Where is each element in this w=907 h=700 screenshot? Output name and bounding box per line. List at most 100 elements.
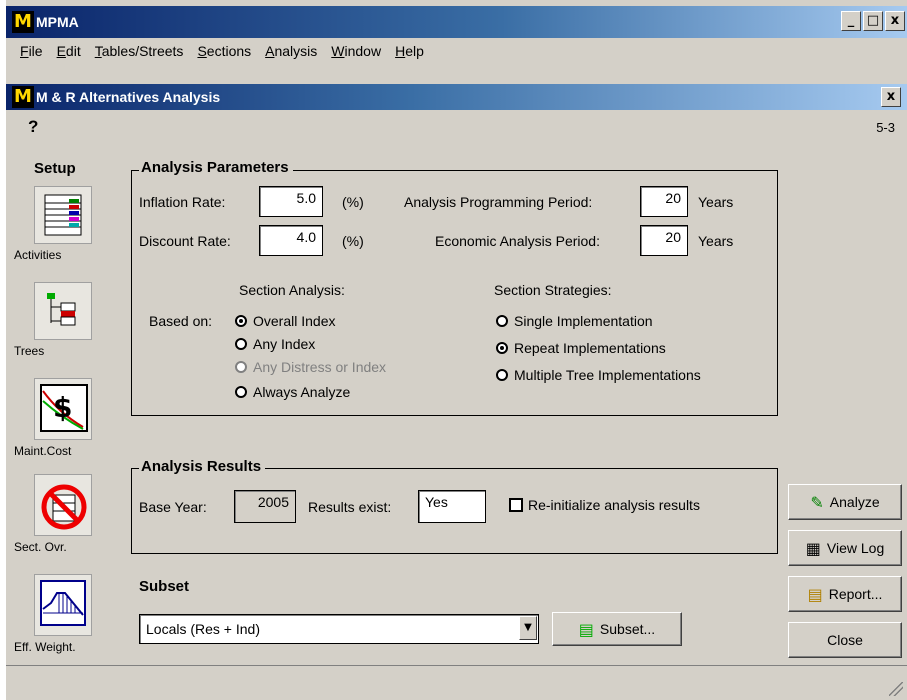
section-override-icon: [34, 474, 92, 536]
report-button[interactable]: ▤ Report...: [788, 576, 902, 612]
radio-single-implementation[interactable]: Single Implementation: [496, 313, 653, 329]
close-dialog-button-label: Close: [827, 632, 863, 648]
radio-overall-index-label: Overall Index: [253, 313, 336, 329]
radio-overall-index[interactable]: Overall Index: [235, 313, 335, 329]
maint-cost-icon: $: [34, 378, 92, 440]
chevron-down-icon[interactable]: ▼: [519, 616, 537, 640]
analyze-button[interactable]: ✎ Analyze: [788, 484, 902, 520]
reinitialize-label: Re-initialize analysis results: [528, 497, 700, 513]
svg-text:$: $: [53, 391, 72, 424]
help-icon[interactable]: ?: [28, 117, 38, 137]
results-exist-field: Yes: [418, 490, 486, 523]
trees-icon: [34, 282, 92, 340]
effective-weight-icon: [34, 574, 92, 636]
radio-dot: [235, 315, 247, 327]
radio-dot: [496, 342, 508, 354]
checkbox-box: [509, 498, 523, 512]
base-year-label: Base Year:: [139, 499, 207, 515]
menu-bar: File Edit Tables/Streets Sections Analys…: [6, 40, 907, 62]
resize-grip-icon[interactable]: [889, 682, 903, 696]
menu-edit[interactable]: Edit: [51, 40, 89, 62]
app-title-bar: M MPMA _ □ x: [6, 6, 907, 38]
report-icon: ▤: [807, 584, 823, 604]
tool-activities-label: Activities: [14, 248, 62, 262]
section-analysis-title: Section Analysis:: [239, 282, 345, 298]
analyze-button-label: Analyze: [829, 494, 880, 510]
radio-any-distress-or-index: Any Distress or Index: [235, 359, 386, 375]
radio-any-index-label: Any Index: [253, 336, 316, 352]
menu-tables-streets[interactable]: Tables/Streets: [89, 40, 192, 62]
subset-icon: ▤: [578, 619, 594, 639]
radio-single-label: Single Implementation: [514, 313, 653, 329]
radio-any-distress-label: Any Distress or Index: [253, 359, 387, 375]
radio-dot: [235, 361, 247, 373]
minimize-button[interactable]: _: [841, 11, 861, 31]
discount-rate-input[interactable]: 4.0: [259, 225, 323, 256]
close-dialog-button[interactable]: Close: [788, 622, 902, 658]
tool-maint-cost[interactable]: $ Maint.Cost: [14, 378, 98, 458]
section-strategies-title: Section Strategies:: [494, 282, 612, 298]
subset-button-label: Subset...: [599, 621, 656, 637]
tool-effective-weight-label: Eff. Weight.: [14, 640, 76, 654]
inflation-unit: (%): [342, 194, 364, 210]
radio-repeat-implementations[interactable]: Repeat Implementations: [496, 340, 666, 356]
menu-sections[interactable]: Sections: [191, 40, 259, 62]
tool-section-override-label: Sect. Ovr.: [14, 540, 67, 554]
radio-dot: [235, 386, 247, 398]
application-window: M MPMA _ □ x File Edit Tables/Streets Se…: [6, 0, 907, 700]
app-logo-icon: M: [12, 11, 34, 33]
maximize-button[interactable]: □: [863, 11, 883, 31]
subset-button[interactable]: ▤ Subset...: [552, 612, 682, 646]
programming-period-input[interactable]: 20: [640, 186, 688, 217]
programming-period-unit: Years: [698, 194, 734, 210]
analysis-results-title: Analysis Results: [139, 458, 266, 475]
subset-title: Subset: [139, 578, 190, 595]
view-log-button[interactable]: ▦ View Log: [788, 530, 902, 566]
page-id: 5-3: [876, 120, 895, 135]
inflation-rate-label: Inflation Rate:: [139, 194, 226, 210]
menu-window[interactable]: Window: [325, 40, 389, 62]
economic-period-input[interactable]: 20: [640, 225, 688, 256]
radio-always-analyze[interactable]: Always Analyze: [235, 384, 350, 400]
menu-file[interactable]: File: [14, 40, 51, 62]
status-bar: [6, 665, 907, 700]
tool-effective-weight[interactable]: Eff. Weight.: [14, 574, 98, 654]
child-logo-icon: M: [12, 86, 34, 108]
discount-unit: (%): [342, 233, 364, 249]
inflation-rate-input[interactable]: 5.0: [259, 186, 323, 217]
child-window-title-bar: M M & R Alternatives Analysis x: [6, 84, 907, 110]
tool-trees[interactable]: Trees: [14, 282, 98, 358]
child-close-button[interactable]: x: [881, 87, 901, 107]
tool-section-override[interactable]: Sect. Ovr.: [14, 474, 98, 554]
tool-maint-cost-label: Maint.Cost: [14, 444, 72, 458]
radio-repeat-label: Repeat Implementations: [514, 340, 666, 356]
menu-help[interactable]: Help: [389, 40, 432, 62]
programming-period-label: Analysis Programming Period:: [404, 194, 593, 210]
economic-period-label: Economic Analysis Period:: [435, 233, 600, 249]
economic-period-unit: Years: [698, 233, 734, 249]
reinitialize-checkbox[interactable]: Re-initialize analysis results: [509, 497, 700, 513]
subset-selected-value: Locals (Res + Ind): [146, 621, 260, 637]
close-button[interactable]: x: [885, 11, 905, 31]
radio-dot: [496, 315, 508, 327]
analysis-parameters-title: Analysis Parameters: [139, 159, 293, 176]
radio-dot: [235, 338, 247, 350]
tool-trees-label: Trees: [14, 344, 45, 358]
radio-multiple-label: Multiple Tree Implementations: [514, 367, 701, 383]
view-log-icon: ▦: [805, 538, 821, 558]
results-exist-label: Results exist:: [308, 499, 392, 515]
subset-select[interactable]: Locals (Res + Ind) ▼: [139, 614, 539, 644]
menu-analysis[interactable]: Analysis: [259, 40, 325, 62]
discount-rate-label: Discount Rate:: [139, 233, 231, 249]
analyze-icon: ✎: [810, 492, 824, 512]
based-on-label: Based on:: [149, 313, 213, 329]
base-year-field: 2005: [234, 490, 296, 523]
view-log-button-label: View Log: [826, 540, 885, 556]
radio-any-index[interactable]: Any Index: [235, 336, 315, 352]
radio-always-analyze-label: Always Analyze: [253, 384, 351, 400]
radio-multiple-tree-implementations[interactable]: Multiple Tree Implementations: [496, 367, 701, 383]
tool-activities[interactable]: Activities: [14, 186, 98, 262]
activities-icon: [34, 186, 92, 244]
setup-title: Setup: [34, 160, 76, 177]
child-window-title: M & R Alternatives Analysis: [36, 89, 221, 105]
